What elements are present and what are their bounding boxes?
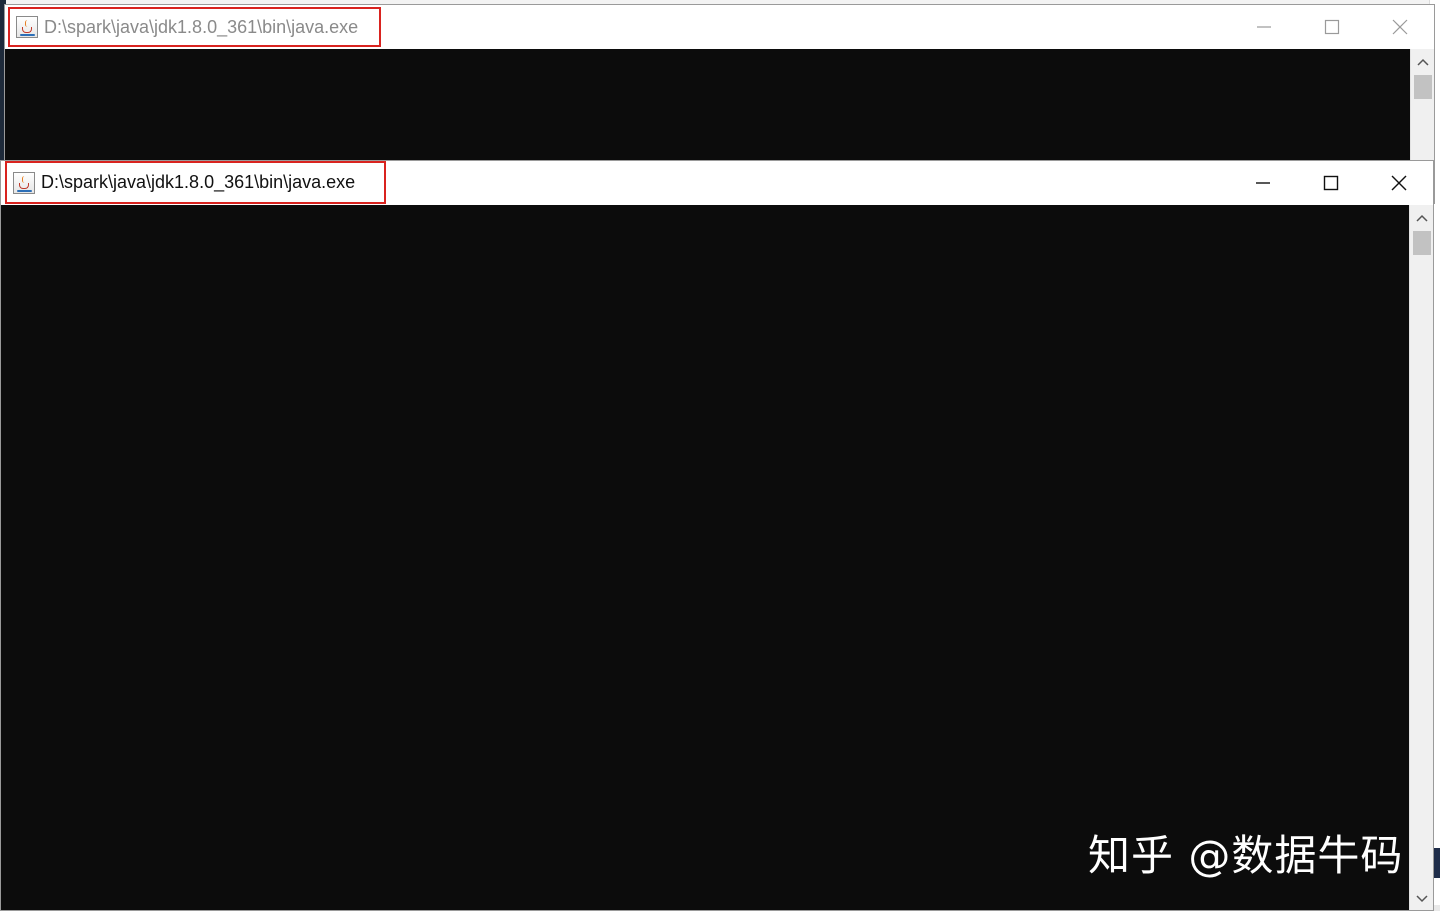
close-icon <box>1392 19 1408 35</box>
vertical-scrollbar[interactable] <box>1409 205 1433 910</box>
title-highlight-box: D:\spark\java\jdk1.8.0_361\bin\java.exe <box>5 161 386 204</box>
titlebar[interactable]: D:\spark\java\jdk1.8.0_361\bin\java.exe <box>5 5 1434 49</box>
caption-buttons <box>1229 161 1433 205</box>
title-highlight-box: D:\spark\java\jdk1.8.0_361\bin\java.exe <box>8 7 381 47</box>
maximize-icon <box>1323 175 1339 191</box>
scroll-up-button[interactable] <box>1410 207 1434 229</box>
chevron-up-icon <box>1416 214 1428 222</box>
scroll-up-button[interactable] <box>1411 51 1435 73</box>
maximize-button[interactable] <box>1297 161 1365 205</box>
minimize-icon <box>1256 182 1270 184</box>
watermark: 知乎 @数据牛码 <box>1088 831 1404 880</box>
window-title: D:\spark\java\jdk1.8.0_361\bin\java.exe <box>41 172 356 192</box>
minimize-button[interactable] <box>1229 161 1297 205</box>
minimize-icon <box>1257 26 1271 28</box>
minimize-button[interactable] <box>1230 5 1298 49</box>
java-icon[interactable] <box>13 171 35 194</box>
chevron-down-icon <box>1416 895 1428 903</box>
java-icon[interactable] <box>16 16 38 38</box>
console-window-front[interactable]: D:\spark\java\jdk1.8.0_361\bin\java.exe <box>0 160 1434 911</box>
desktop: D:\spark\java\jdk1.8.0_361\bin\java.exe <box>0 0 1440 911</box>
maximize-button[interactable] <box>1298 5 1366 49</box>
scroll-thumb[interactable] <box>1413 231 1431 255</box>
close-icon <box>1391 175 1407 191</box>
caption-buttons <box>1230 5 1434 49</box>
chevron-up-icon <box>1417 58 1429 66</box>
close-button[interactable] <box>1365 161 1433 205</box>
titlebar[interactable]: D:\spark\java\jdk1.8.0_361\bin\java.exe <box>1 161 1433 205</box>
scroll-thumb[interactable] <box>1414 75 1432 99</box>
window-title: D:\spark\java\jdk1.8.0_361\bin\java.exe <box>44 16 359 37</box>
maximize-icon <box>1324 19 1340 35</box>
scroll-down-button[interactable] <box>1410 888 1434 910</box>
close-button[interactable] <box>1366 5 1434 49</box>
console-output[interactable] <box>1 205 1409 910</box>
